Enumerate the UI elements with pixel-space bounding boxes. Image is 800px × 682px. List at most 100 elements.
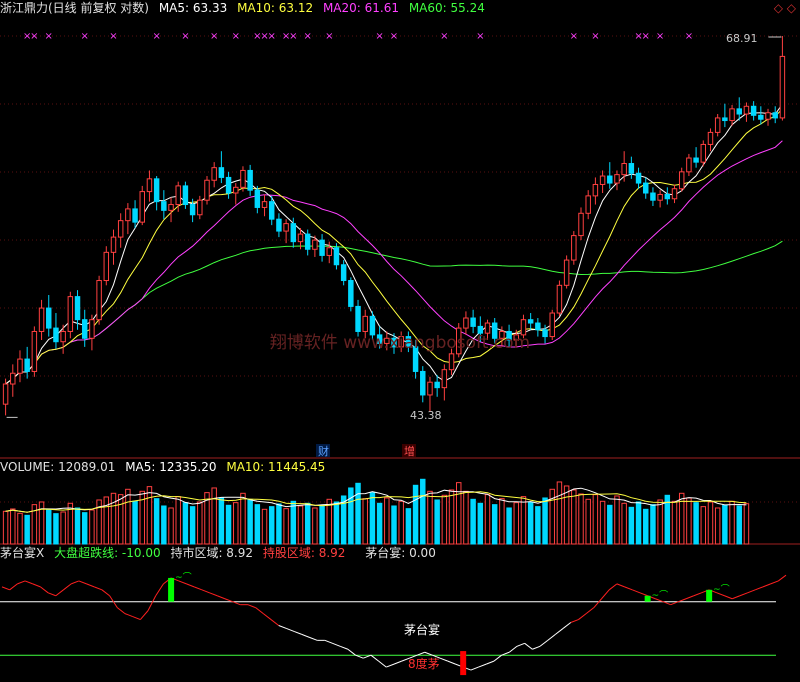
low-price-label: 43.38 bbox=[410, 409, 442, 422]
volume-bar bbox=[153, 498, 160, 545]
volume-bar bbox=[146, 486, 153, 545]
volume-bar bbox=[261, 508, 268, 545]
candle-body bbox=[592, 183, 599, 197]
candle-body bbox=[420, 370, 426, 396]
candle-body bbox=[571, 235, 577, 261]
volume-bar bbox=[592, 494, 599, 545]
sell-marker: × bbox=[232, 31, 240, 42]
indicator-segment bbox=[47, 592, 56, 597]
indicator-segment bbox=[639, 592, 648, 597]
indicator-segment bbox=[9, 583, 18, 591]
indicator-segment bbox=[332, 642, 341, 647]
candle-body bbox=[355, 305, 361, 332]
volume-bar bbox=[556, 481, 563, 545]
indicator-segment bbox=[309, 636, 318, 641]
candle-body bbox=[678, 171, 685, 190]
event-cai-label: 财 bbox=[318, 444, 329, 458]
volume-bar bbox=[290, 500, 297, 545]
volume-bar bbox=[614, 495, 620, 545]
indicator-segment bbox=[770, 580, 779, 585]
candlestick-series bbox=[2, 36, 786, 418]
candle-body bbox=[175, 185, 181, 206]
indicator-segment bbox=[186, 583, 195, 588]
indicator-segment bbox=[486, 660, 495, 665]
indicator-segment bbox=[470, 666, 479, 671]
volume-ma5-readout: MA5: 12335.20 bbox=[125, 460, 217, 474]
watermark: 翔博软件 www.xiangbosoft.com bbox=[270, 333, 530, 353]
candle-body bbox=[46, 307, 52, 329]
indicator-segment bbox=[762, 583, 771, 588]
sell-marker: × bbox=[303, 31, 311, 42]
volume-bar bbox=[175, 496, 181, 545]
volume-bar bbox=[197, 501, 203, 545]
indicator-segment bbox=[378, 660, 387, 668]
ma60-polyline bbox=[5, 240, 783, 385]
volume-bar bbox=[218, 497, 225, 545]
volume-bar bbox=[729, 500, 735, 545]
volume-bar bbox=[671, 500, 678, 545]
volume-bar bbox=[643, 508, 649, 545]
signal-8du-label: 8度茅 bbox=[408, 656, 440, 671]
volume-bar bbox=[571, 489, 577, 545]
indicator-segment bbox=[393, 660, 402, 665]
volume-bar bbox=[326, 498, 332, 545]
candle-body bbox=[772, 112, 778, 119]
indicator-line3: 持股区域: 8.92 bbox=[262, 546, 346, 560]
volume-bar bbox=[276, 503, 282, 545]
candle-body bbox=[89, 319, 95, 339]
candle-body bbox=[463, 317, 469, 329]
candle-body bbox=[542, 329, 548, 338]
stock-chart[interactable]: ×× × × × × × × × ××× ×× × × × × × × × × ×× × × ~⌒~⌒~⌒ 翔博软件 w… bbox=[0, 0, 800, 682]
candle-body bbox=[326, 247, 332, 256]
candle-body bbox=[146, 178, 153, 193]
volume-bar bbox=[635, 501, 642, 545]
sell-marker: × bbox=[642, 31, 650, 42]
indicator-segment bbox=[55, 589, 64, 597]
candle-body bbox=[607, 175, 613, 184]
candle-body bbox=[765, 112, 771, 120]
ma60-readout: MA60: 55.24 bbox=[408, 1, 485, 15]
ma10-readout: MA10: 63.12 bbox=[237, 1, 314, 15]
candle-body bbox=[693, 157, 699, 163]
indicator-segment bbox=[547, 634, 556, 641]
sell-marker: × bbox=[476, 31, 484, 42]
volume-bar bbox=[319, 504, 325, 545]
candle-body bbox=[218, 167, 225, 178]
volume-bar bbox=[484, 494, 491, 545]
candle-body bbox=[578, 212, 584, 237]
indicator-segment bbox=[608, 583, 618, 591]
volume-bar bbox=[700, 506, 707, 545]
volume-bar bbox=[46, 508, 52, 545]
volume-bar bbox=[369, 492, 376, 545]
volume-bar bbox=[81, 512, 88, 545]
volume-ma-lines bbox=[5, 487, 747, 513]
indicator-segment bbox=[139, 610, 149, 620]
volume-bar bbox=[470, 498, 476, 545]
candle-body bbox=[736, 108, 742, 115]
indicator-segment bbox=[693, 592, 702, 597]
candle-body bbox=[758, 114, 764, 120]
candle-body bbox=[671, 188, 678, 200]
volume-bar bbox=[736, 505, 742, 545]
volume-bar bbox=[2, 510, 9, 545]
candle-body bbox=[585, 195, 591, 214]
volume-bar bbox=[686, 497, 692, 545]
stock-title: 浙江鼎力(日线 前复权 对数) bbox=[0, 1, 149, 15]
indicator-segment bbox=[209, 592, 218, 597]
volume-bar bbox=[599, 500, 606, 545]
indicator-segment bbox=[217, 595, 226, 600]
indicator-segment bbox=[386, 663, 395, 668]
corner-icons[interactable]: ◇ ◇ bbox=[774, 0, 796, 16]
volume-bar bbox=[110, 492, 117, 545]
candle-body bbox=[283, 223, 289, 232]
volume-bar bbox=[506, 507, 512, 545]
candle-body bbox=[10, 372, 16, 385]
candle-body bbox=[132, 208, 138, 223]
candle-body bbox=[290, 223, 297, 243]
indicator-line4: 茅台宴: 0.00 bbox=[365, 546, 436, 560]
volume-bar bbox=[233, 502, 239, 545]
candle-body bbox=[261, 201, 268, 208]
volume-bar bbox=[491, 504, 498, 545]
signal-bar-down bbox=[460, 651, 467, 676]
candle-body bbox=[233, 186, 239, 194]
